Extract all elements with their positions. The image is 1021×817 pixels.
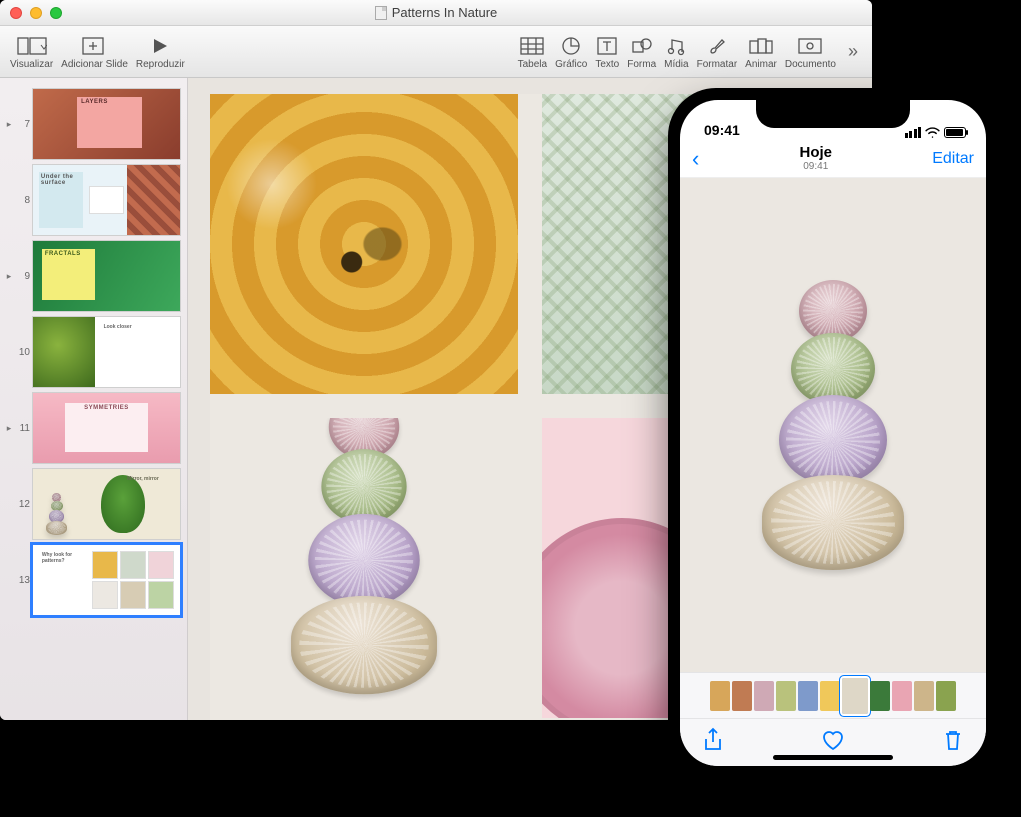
photo-viewer[interactable] [680, 178, 986, 672]
share-button[interactable] [702, 727, 724, 758]
back-button[interactable]: ‹ [692, 146, 699, 172]
disclosure-icon[interactable]: ▸ [4, 423, 14, 434]
window-titlebar[interactable]: Patterns In Nature [0, 0, 872, 26]
toolbar-document[interactable]: Documento [781, 26, 840, 77]
toolbar: Visualizar Adicionar Slide Reproduzir Ta… [0, 26, 872, 78]
favorite-button[interactable] [820, 728, 846, 757]
photos-nav-bar: ‹ Hoje 09:41 Editar [680, 140, 986, 178]
scrubber-thumb[interactable] [870, 681, 890, 711]
play-icon [150, 33, 170, 59]
slide-thumb-10[interactable]: 10 Look closer [0, 314, 187, 390]
slide-thumb-13[interactable]: 13 Why look for patterns? [0, 542, 187, 618]
slide-thumb-11[interactable]: ▸ 11 SYMMETRIES [0, 390, 187, 466]
shape-icon [631, 33, 653, 59]
plus-icon [82, 33, 108, 59]
text-icon [596, 33, 618, 59]
close-window-button[interactable] [10, 7, 22, 19]
toolbar-view[interactable]: Visualizar [6, 26, 57, 77]
iphone-notch [756, 100, 910, 128]
window-controls [0, 7, 62, 19]
slide-thumb-8[interactable]: 8 Under the surface [0, 162, 187, 238]
status-time: 09:41 [704, 122, 740, 138]
view-icon [17, 33, 47, 59]
disclosure-icon[interactable]: ▸ [4, 119, 14, 130]
scrubber-thumb[interactable] [914, 681, 934, 711]
brush-icon [707, 33, 727, 59]
nav-title: Hoje 09:41 [800, 145, 833, 173]
slide-navigator[interactable]: ▸ 7 LAYERS 8 Under the surface ▸ 9 FRACT… [0, 78, 188, 720]
toolbar-format[interactable]: Formatar [693, 26, 742, 77]
iphone-screen: 09:41 ‹ Hoje 09:41 Editar [680, 100, 986, 766]
scrubber-thumb[interactable] [892, 681, 912, 711]
battery-icon [944, 127, 966, 138]
toolbar-text[interactable]: Texto [591, 26, 623, 77]
toolbar-shape[interactable]: Forma [623, 26, 660, 77]
chart-icon [560, 33, 582, 59]
toolbar-overflow[interactable]: » [840, 41, 866, 62]
document-icon [797, 33, 823, 59]
toolbar-media[interactable]: Mídia [660, 26, 692, 77]
media-icon [665, 33, 687, 59]
scrubber-thumb[interactable] [754, 681, 774, 711]
scrubber-thumb[interactable] [776, 681, 796, 711]
toolbar-table[interactable]: Tabela [514, 26, 551, 77]
wifi-icon [925, 127, 940, 138]
toolbar-add-slide[interactable]: Adicionar Slide [57, 26, 132, 77]
slide-thumb-12[interactable]: 12 Mirror, mirror [0, 466, 187, 542]
scrubber-thumb[interactable] [820, 681, 840, 711]
slide-thumb-9[interactable]: ▸ 9 FRACTALS [0, 238, 187, 314]
animate-icon [749, 33, 773, 59]
document-icon [375, 6, 387, 20]
cellular-icon [905, 127, 922, 138]
scrubber-thumb[interactable] [710, 681, 730, 711]
slide-image-honeycomb[interactable] [210, 94, 518, 394]
edit-button[interactable]: Editar [932, 150, 974, 168]
scrubber-thumb[interactable] [842, 678, 868, 714]
trash-button[interactable] [942, 728, 964, 757]
zoom-window-button[interactable] [50, 7, 62, 19]
scrubber-thumb[interactable] [798, 681, 818, 711]
slide-image-urchins[interactable] [210, 418, 518, 718]
toolbar-animate[interactable]: Animar [741, 26, 781, 77]
scrubber-thumb[interactable] [936, 681, 956, 711]
home-indicator[interactable] [773, 755, 893, 760]
slide-thumb-7[interactable]: ▸ 7 LAYERS [0, 86, 187, 162]
toolbar-chart[interactable]: Gráfico [551, 26, 591, 77]
minimize-window-button[interactable] [30, 7, 42, 19]
table-icon [520, 33, 544, 59]
photo-scrubber[interactable] [680, 672, 986, 718]
toolbar-play[interactable]: Reproduzir [132, 26, 189, 77]
iphone-device: 09:41 ‹ Hoje 09:41 Editar [668, 88, 998, 778]
disclosure-icon[interactable]: ▸ [4, 271, 14, 282]
scrubber-thumb[interactable] [732, 681, 752, 711]
window-title: Patterns In Nature [392, 5, 498, 20]
